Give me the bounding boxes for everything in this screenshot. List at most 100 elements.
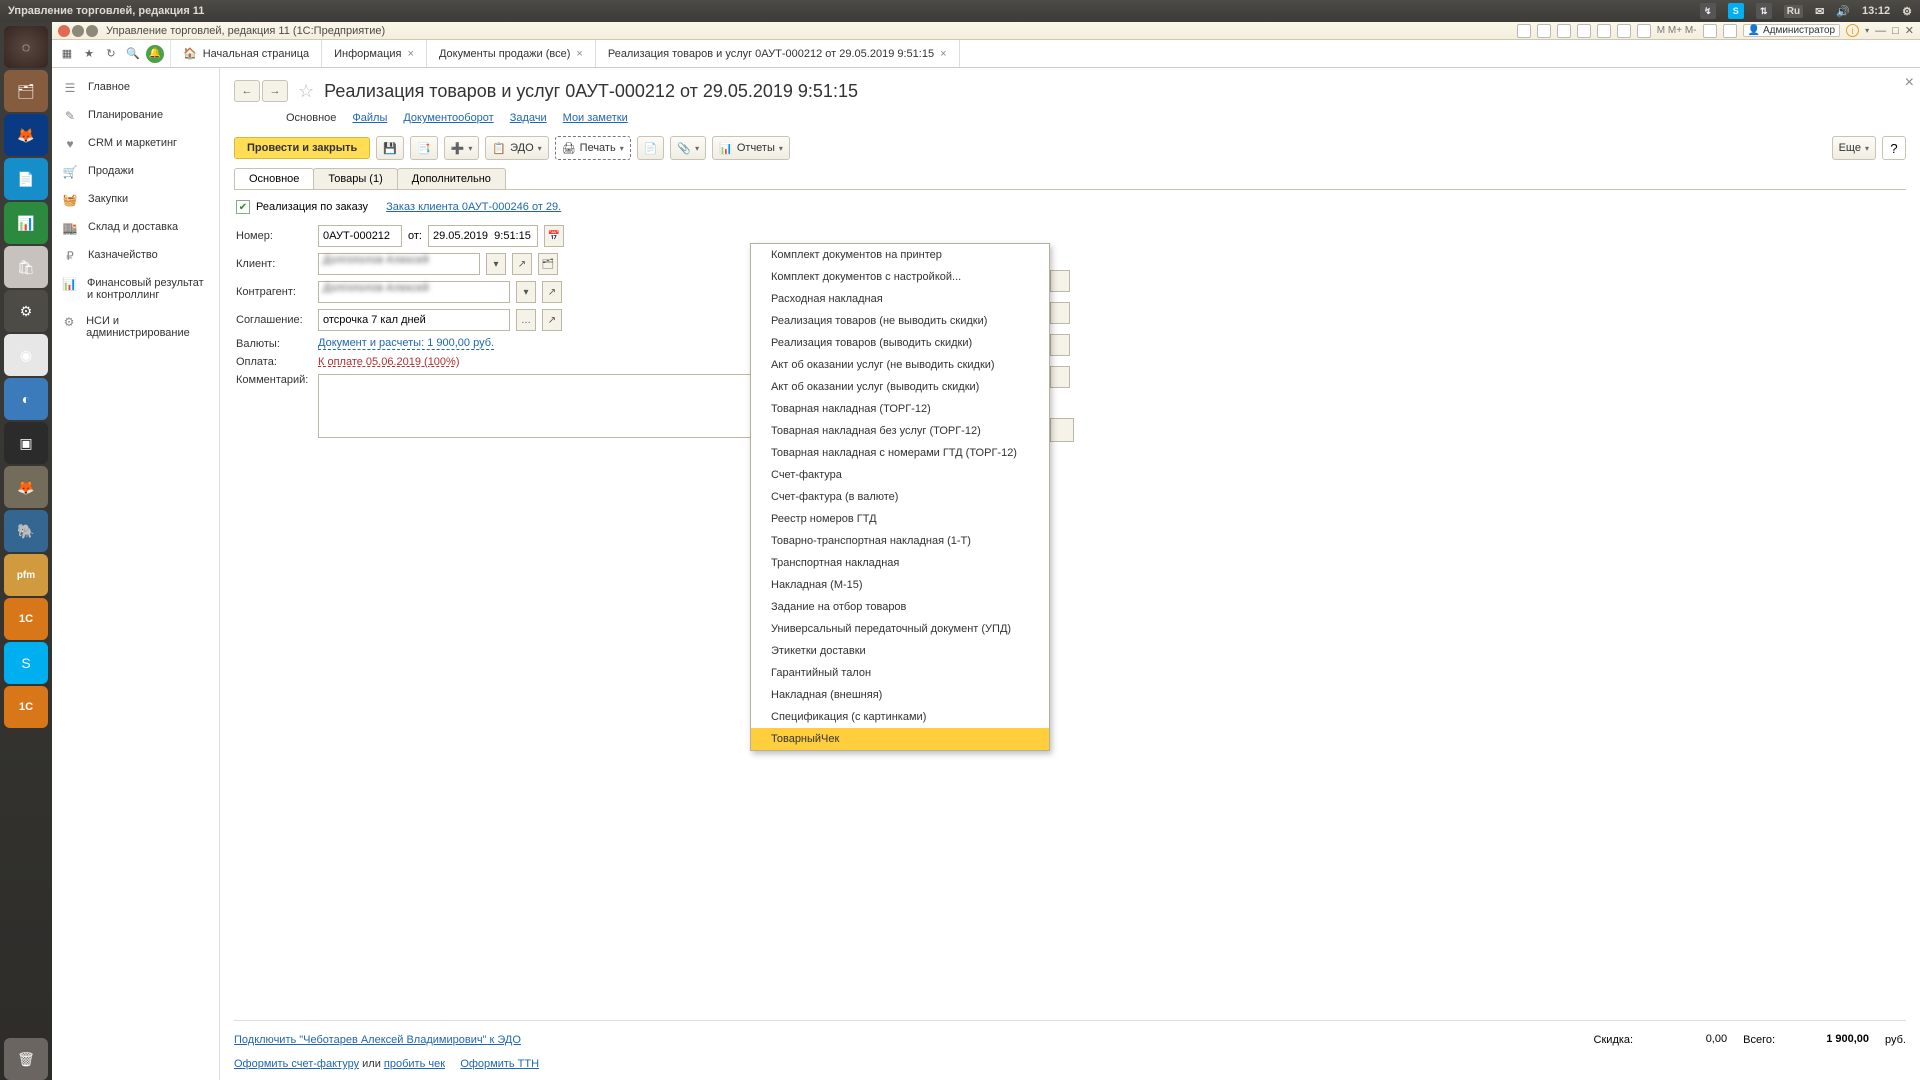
- subtab-docflow[interactable]: Документооборот: [403, 112, 493, 124]
- nav-sales[interactable]: 🛒Продажи: [52, 158, 219, 186]
- dropdown-icon[interactable]: ▾: [516, 281, 536, 303]
- close-icon[interactable]: ×: [940, 48, 946, 60]
- subtab-files[interactable]: Файлы: [352, 112, 387, 124]
- forward-button[interactable]: →: [262, 80, 288, 102]
- card-icon[interactable]: 🗂: [538, 253, 558, 275]
- postgres-icon[interactable]: 🐘: [4, 510, 48, 552]
- help-button[interactable]: ?: [1882, 136, 1906, 160]
- print-item[interactable]: Накладная (М-15): [751, 574, 1049, 596]
- copy-tool-icon[interactable]: [1537, 24, 1551, 38]
- nav-treasury[interactable]: ₽Казначейство: [52, 242, 219, 270]
- print-item[interactable]: Реализация товаров (выводить скидки): [751, 332, 1049, 354]
- currency-link[interactable]: Документ и расчеты: 1 900,00 руб.: [318, 337, 494, 350]
- nav-admin[interactable]: ⚙НСИ и администрирование: [52, 308, 219, 346]
- calc-tool-icon[interactable]: [1577, 24, 1591, 38]
- print-item[interactable]: Спецификация (с картинками): [751, 706, 1049, 728]
- chrome-icon[interactable]: ◉: [4, 334, 48, 376]
- post-button[interactable]: 📑: [410, 136, 438, 160]
- power-icon[interactable]: ⚙: [1902, 5, 1912, 18]
- print-item[interactable]: Реестр номеров ГТД: [751, 508, 1049, 530]
- print-item[interactable]: Транспортная накладная: [751, 552, 1049, 574]
- nav-main[interactable]: ☰Главное: [52, 74, 219, 102]
- print-item[interactable]: Акт об оказании услуг (не выводить скидк…: [751, 354, 1049, 376]
- apps-icon[interactable]: ▦: [58, 45, 76, 63]
- post-and-close-button[interactable]: Провести и закрыть: [234, 137, 370, 159]
- payment-link[interactable]: К оплате 05.06.2019 (100%): [318, 356, 460, 368]
- stub2[interactable]: [1050, 302, 1070, 324]
- print-item[interactable]: Расходная накладная: [751, 288, 1049, 310]
- window-close-icon[interactable]: [58, 25, 70, 37]
- keyboard-lang[interactable]: Ru: [1784, 5, 1803, 18]
- print-item[interactable]: Накладная (внешняя): [751, 684, 1049, 706]
- writer-icon[interactable]: 📄: [4, 158, 48, 200]
- mail-icon[interactable]: ✉: [1815, 5, 1824, 18]
- print-item[interactable]: Реализация товаров (не выводить скидки): [751, 310, 1049, 332]
- firefox-icon[interactable]: 🦊: [4, 114, 48, 156]
- print-item[interactable]: Товарная накладная с номерами ГТД (ТОРГ-…: [751, 442, 1049, 464]
- save-button[interactable]: 💾: [376, 136, 404, 160]
- window-max-icon[interactable]: [86, 25, 98, 37]
- date-input[interactable]: [428, 225, 538, 247]
- favorite-icon[interactable]: ☆: [298, 81, 314, 102]
- list-button[interactable]: 📄: [637, 136, 665, 160]
- skype-tray-icon[interactable]: S: [1728, 3, 1744, 19]
- tool5-icon[interactable]: [1597, 24, 1611, 38]
- software-icon[interactable]: 🛍: [4, 246, 48, 288]
- doc-close-icon[interactable]: ×: [1905, 74, 1914, 92]
- settings-icon[interactable]: ⚙: [4, 290, 48, 332]
- print-item[interactable]: Акт об оказании услуг (выводить скидки): [751, 376, 1049, 398]
- nav-crm[interactable]: ♥CRM и маркетинг: [52, 130, 219, 158]
- info-dd-icon[interactable]: ▾: [1865, 26, 1869, 35]
- tab-home[interactable]: 🏠 Начальная страница: [171, 40, 322, 67]
- bell-icon[interactable]: 🔔: [146, 45, 164, 63]
- tab-info[interactable]: Информация×: [322, 40, 427, 67]
- print-item[interactable]: Этикетки доставки: [751, 640, 1049, 662]
- open-icon[interactable]: ↗: [512, 253, 532, 275]
- history-icon[interactable]: ↻: [102, 45, 120, 63]
- tool6-icon[interactable]: [1617, 24, 1631, 38]
- ftab-main[interactable]: Основное: [234, 168, 314, 189]
- attach-button[interactable]: 📎▾: [670, 136, 706, 160]
- nav-purchase[interactable]: 🧺Закупки: [52, 186, 219, 214]
- nav-warehouse[interactable]: 🏬Склад и доставка: [52, 214, 219, 242]
- print-item[interactable]: Комплект документов на принтер: [751, 244, 1049, 266]
- skype-icon[interactable]: S: [4, 642, 48, 684]
- tool8-icon[interactable]: [1703, 24, 1717, 38]
- edo-connect-link[interactable]: Подключить "Чеботарев Алексей Владимиров…: [234, 1034, 521, 1046]
- calc-icon[interactable]: 📊: [4, 202, 48, 244]
- print-item[interactable]: Товарная накладная (ТОРГ-12): [751, 398, 1049, 420]
- more-button[interactable]: Еще ▾: [1832, 136, 1876, 160]
- dropdown-icon[interactable]: ▾: [486, 253, 506, 275]
- print-item[interactable]: Товарно-транспортная накладная (1-Т): [751, 530, 1049, 552]
- subtab-tasks[interactable]: Задачи: [510, 112, 547, 124]
- print-tool-icon[interactable]: [1517, 24, 1531, 38]
- close-icon[interactable]: ×: [408, 48, 414, 60]
- volume-icon[interactable]: 🔊: [1836, 5, 1850, 18]
- reports-button[interactable]: 📊 Отчеты ▾: [712, 136, 790, 160]
- tab-current-doc[interactable]: Реализация товаров и услуг 0АУТ-000212 о…: [596, 40, 960, 67]
- app-min-icon[interactable]: —: [1875, 25, 1886, 37]
- ftab-goods[interactable]: Товары (1): [313, 168, 397, 189]
- print-item[interactable]: Товарная накладная без услуг (ТОРГ-12): [751, 420, 1049, 442]
- trash-icon[interactable]: 🗑: [4, 1038, 48, 1080]
- search-icon[interactable]: 🔍: [124, 45, 142, 63]
- print-item-selected[interactable]: ТоварныйЧек: [751, 728, 1049, 750]
- app-close-icon[interactable]: ✕: [1905, 24, 1914, 37]
- print-item[interactable]: Гарантийный талон: [751, 662, 1049, 684]
- create-based-button[interactable]: ➕▾: [444, 136, 480, 160]
- info-icon[interactable]: i: [1846, 24, 1859, 37]
- receipt-link[interactable]: пробить чек: [384, 1058, 445, 1070]
- stub1[interactable]: [1050, 270, 1070, 292]
- by-order-checkbox[interactable]: ✔: [236, 200, 250, 214]
- subtab-main[interactable]: Основное: [286, 112, 336, 124]
- dash-icon[interactable]: ◌: [4, 26, 48, 68]
- print-item[interactable]: Счет-фактура: [751, 464, 1049, 486]
- files-icon[interactable]: 🗂: [4, 70, 48, 112]
- 1c-icon[interactable]: 1C: [4, 598, 48, 640]
- clock[interactable]: 13:12: [1862, 5, 1890, 17]
- subtab-notes[interactable]: Мои заметки: [563, 112, 628, 124]
- print-item[interactable]: Задание на отбор товаров: [751, 596, 1049, 618]
- open-icon[interactable]: ↗: [542, 309, 562, 331]
- app-max-icon[interactable]: □: [1892, 25, 1899, 37]
- print-button[interactable]: 🖨 Печать ▾: [555, 136, 631, 160]
